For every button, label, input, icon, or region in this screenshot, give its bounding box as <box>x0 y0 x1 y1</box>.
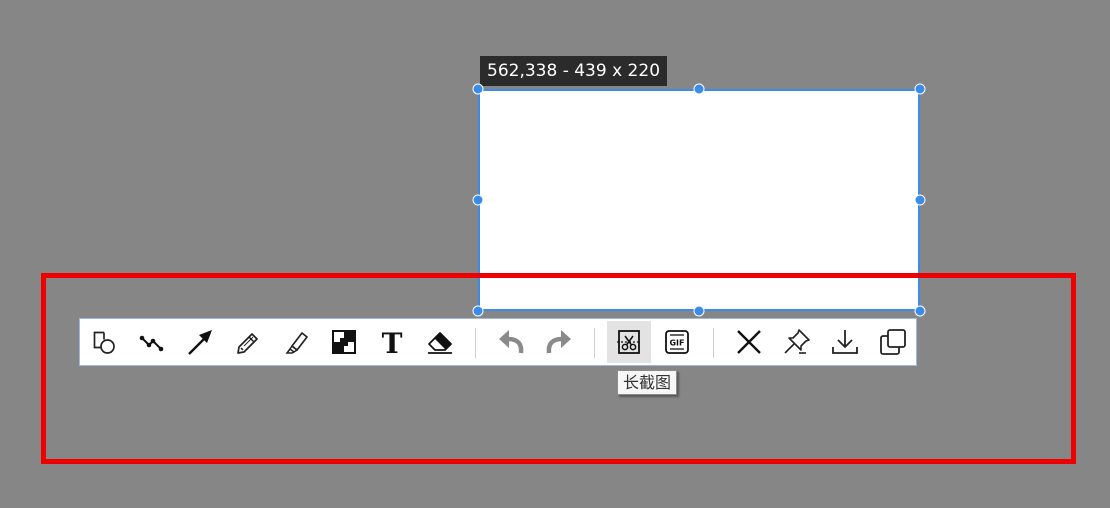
gif-icon: GIF <box>665 330 689 354</box>
highlighter-icon <box>285 332 308 354</box>
resize-handle-top-left[interactable] <box>472 83 484 95</box>
close-button[interactable] <box>727 321 771 363</box>
rectangle-circle-icon <box>93 331 115 354</box>
text-icon: T <box>382 327 403 357</box>
text-icon-glyph: T <box>382 327 403 357</box>
long-screenshot-button[interactable] <box>607 321 651 363</box>
resize-handle-top[interactable] <box>693 83 705 95</box>
pin-button[interactable] <box>775 321 819 363</box>
arrow-tool-button[interactable] <box>178 321 222 363</box>
toolbar-separator <box>594 328 595 358</box>
mosaic-tool-button[interactable] <box>322 321 366 363</box>
copy-button[interactable] <box>871 321 915 363</box>
pencil-icon <box>237 333 258 354</box>
long-screenshot-icon <box>617 330 641 354</box>
resize-handle-right[interactable] <box>914 194 926 206</box>
polyline-icon <box>139 335 164 352</box>
pencil-tool-button[interactable] <box>226 321 270 363</box>
resize-handle-left[interactable] <box>472 194 484 206</box>
gif-icon-label: GIF <box>669 339 684 348</box>
arrow-icon <box>188 330 212 355</box>
download-button[interactable] <box>823 321 867 363</box>
text-tool-button[interactable]: T <box>370 321 414 363</box>
gif-record-button[interactable]: GIF <box>655 321 699 363</box>
toolbar-separator <box>475 328 476 358</box>
highlighter-tool-button[interactable] <box>274 321 318 363</box>
undo-icon <box>499 330 524 354</box>
close-icon <box>737 330 761 354</box>
red-highlight-rectangle <box>41 273 1076 464</box>
resize-handle-top-right[interactable] <box>914 83 926 95</box>
redo-button <box>537 321 581 363</box>
long-screenshot-tooltip: 长截图 <box>617 370 678 395</box>
undo-button <box>489 321 533 363</box>
shape-tool-button[interactable] <box>82 321 126 363</box>
pin-icon <box>784 329 810 354</box>
selection-size-label: 562,338 - 439 x 220 <box>480 56 668 86</box>
download-icon <box>832 330 858 354</box>
redo-icon <box>546 330 571 354</box>
screenshot-toolbar: T GIF <box>79 318 917 366</box>
copy-icon <box>880 329 906 355</box>
polyline-tool-button[interactable] <box>130 321 174 363</box>
eraser-tool-button[interactable] <box>418 321 462 363</box>
mosaic-icon <box>332 330 356 354</box>
eraser-icon <box>428 332 452 354</box>
toolbar-separator <box>713 328 714 358</box>
